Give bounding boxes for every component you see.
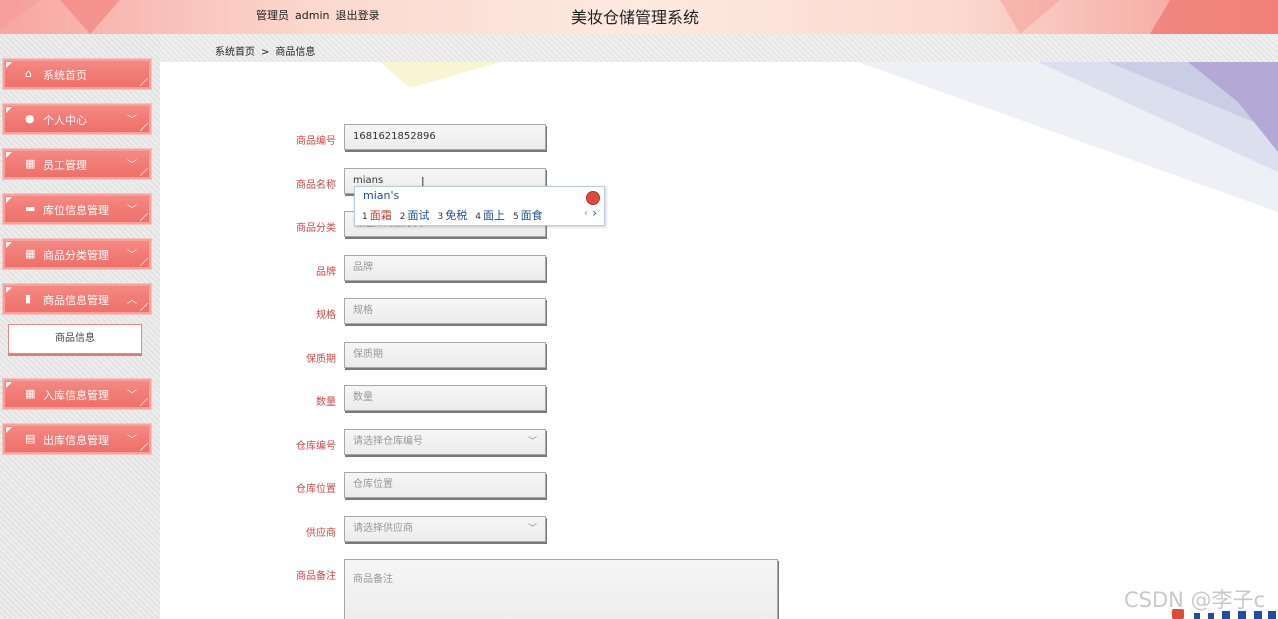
sidebar-item-inbound[interactable]: ▦ 入库信息管理 ﹀ [2, 378, 152, 410]
sidebar-item-label: 系统首页 [43, 69, 87, 82]
chevron-down-icon: ﹀ [127, 160, 137, 171]
ime-candidate-popup: mian's 1 面霜 2 面试 3 免税 4 面上 5 面食 ‹ › [354, 186, 605, 226]
sidebar-item-label: 库位信息管理 [43, 204, 109, 217]
table-icon: ▤ [25, 432, 36, 445]
sidebar-item-label: 入库信息管理 [43, 389, 109, 402]
sidebar-item-label: 商品信息管理 [43, 294, 109, 307]
yellow-decoration [380, 62, 500, 88]
remark-label: 商品备注 [296, 571, 336, 582]
sidebar-item-product[interactable]: ▮ 商品信息管理 ︿ [2, 283, 152, 315]
warehouse-loc-label: 仓库位置 [296, 484, 336, 495]
ime-candidate[interactable]: 2 面试 [400, 209, 430, 222]
brand-input[interactable]: 品牌 [344, 255, 546, 281]
sidebar-item-label: 商品分类管理 [43, 249, 109, 262]
ime-candidate[interactable]: 3 免税 [437, 209, 467, 222]
breadcrumb-home[interactable]: 系统首页 [215, 47, 255, 58]
chevron-down-icon: ﹀ [127, 435, 137, 446]
grid-icon: ▦ [25, 247, 36, 260]
category-label: 商品分类 [296, 223, 336, 234]
ime-toolbar-icon [1172, 609, 1276, 619]
sidebar-item-label: 员工管理 [43, 159, 87, 172]
warehouse-no-placeholder: 请选择仓库编号 [353, 436, 423, 447]
sidebar-item-home[interactable]: ⌂ 系统首页 [2, 58, 152, 90]
sidebar-item-location[interactable]: ▬ 库位信息管理 ﹀ [2, 193, 152, 225]
sidebar-item-label: 出库信息管理 [43, 434, 109, 447]
background-decoration [858, 62, 1278, 212]
user-icon: ● [25, 112, 35, 125]
sidebar-item-staff[interactable]: ▦ 员工管理 ﹀ [2, 148, 152, 180]
monitor-icon: ▬ [25, 202, 36, 215]
warehouse-no-select[interactable]: 请选择仓库编号 ﹀ [344, 429, 546, 455]
sidebar-item-personal-center[interactable]: ● 个人中心 ﹀ [2, 103, 152, 135]
chevron-down-icon: ﹀ [127, 250, 137, 261]
name-label: 商品名称 [296, 180, 336, 191]
shelf-life-label: 保质期 [306, 354, 336, 365]
sidebar-subitem-product-info[interactable]: 商品信息 [8, 324, 142, 354]
clipboard-icon: ▮ [25, 292, 32, 305]
supplier-select[interactable]: 请选择供应商 ﹀ [344, 516, 546, 542]
ime-candidate[interactable]: 5 面食 [513, 209, 543, 222]
breadcrumb-current: 商品信息 [275, 47, 316, 58]
chevron-down-icon: ﹀ [127, 390, 137, 401]
remark-textarea[interactable]: 商品备注 [344, 559, 778, 619]
ime-composition: mian's [363, 189, 400, 202]
ime-candidate[interactable]: 1 面霜 [362, 209, 392, 222]
username: admin [295, 9, 330, 22]
warehouse-loc-input[interactable]: 仓库位置 [344, 472, 546, 498]
supplier-label: 供应商 [306, 528, 336, 539]
header-user-area: 管理员 admin 退出登录 [256, 7, 385, 23]
user-role: 管理员 [256, 9, 289, 22]
supplier-placeholder: 请选择供应商 [353, 523, 413, 534]
spec-label: 规格 [316, 310, 336, 321]
shelf-life-input[interactable]: 保质期 [344, 342, 546, 368]
quantity-input[interactable]: 数量 [344, 385, 546, 411]
sidebar: ⌂ 系统首页 ● 个人中心 ﹀ ▦ 员工管理 ﹀ ▬ 库位信息管理 ﹀ ▦ 商品… [0, 34, 161, 619]
chevron-down-icon: ﹀ [127, 205, 137, 216]
quantity-label: 数量 [316, 397, 336, 408]
grid-icon: ▦ [25, 157, 36, 170]
ime-next-page-button[interactable]: › [592, 206, 597, 220]
logout-link[interactable]: 退出登录 [335, 9, 379, 22]
grid-icon: ▦ [25, 387, 36, 400]
breadcrumb: 系统首页 > 商品信息 [160, 34, 1278, 62]
main-content: 商品编号 1681621852896 商品名称 mians I 商品分类 请选择… [160, 62, 1278, 619]
chevron-down-icon: ﹀ [127, 115, 137, 126]
product-code-input[interactable]: 1681621852896 [344, 124, 546, 150]
ime-logo-icon [586, 191, 600, 205]
breadcrumb-separator: > [261, 47, 270, 58]
chevron-up-icon: ︿ [127, 295, 137, 306]
code-label: 商品编号 [296, 136, 336, 147]
ime-prev-page-button[interactable]: ‹ [584, 208, 588, 219]
chevron-down-icon: ﹀ [527, 524, 537, 534]
top-header: 管理员 admin 退出登录 美妆仓储管理系统 [0, 0, 1278, 34]
ime-candidate[interactable]: 4 面上 [475, 209, 505, 222]
sidebar-item-outbound[interactable]: ▤ 出库信息管理 ﹀ [2, 423, 152, 455]
ime-candidate-list: 1 面霜 2 面试 3 免税 4 面上 5 面食 [362, 207, 551, 223]
sidebar-item-category[interactable]: ▦ 商品分类管理 ﹀ [2, 238, 152, 270]
warehouse-no-label: 仓库编号 [296, 441, 336, 452]
sidebar-item-label: 个人中心 [43, 114, 87, 127]
spec-input[interactable]: 规格 [344, 298, 546, 324]
home-icon: ⌂ [25, 67, 32, 80]
brand-label: 品牌 [316, 267, 336, 278]
chevron-down-icon: ﹀ [527, 437, 537, 447]
app-title: 美妆仓储管理系统 [571, 8, 700, 27]
